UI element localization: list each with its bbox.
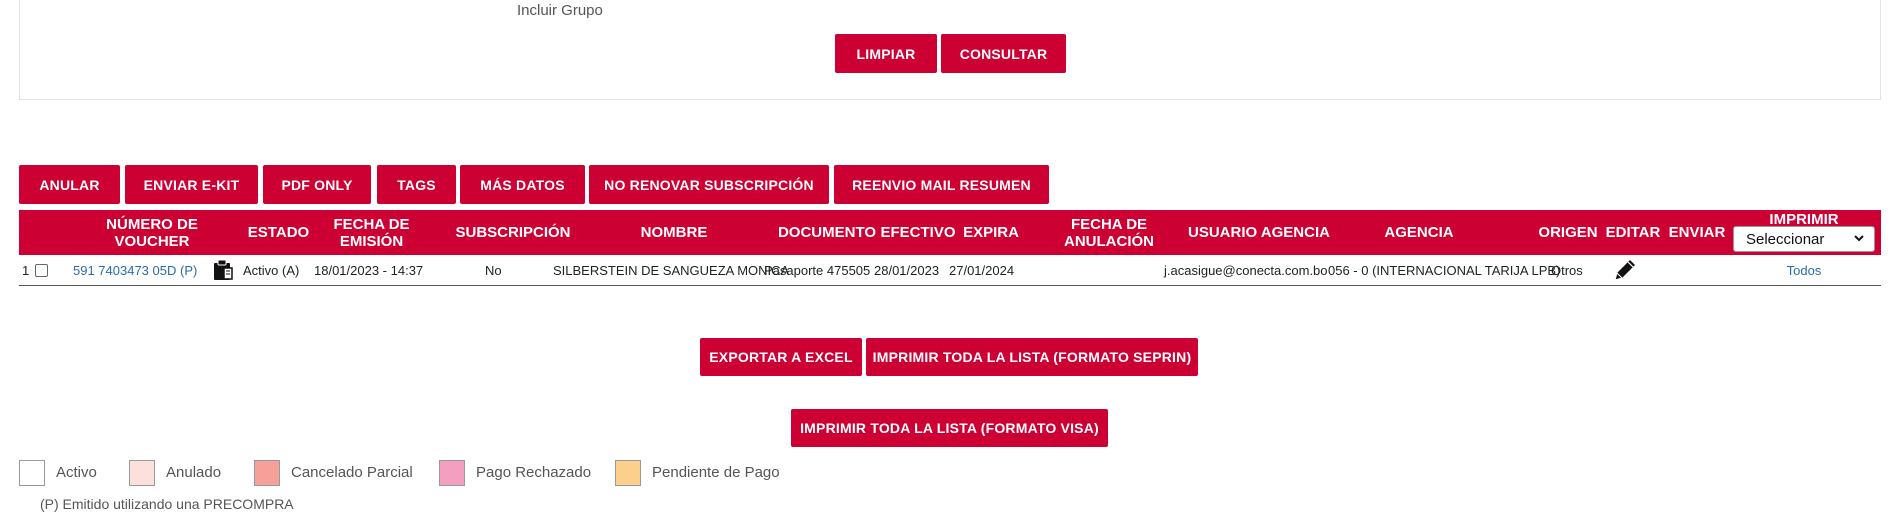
row-index: 1	[22, 262, 30, 278]
enviar-ekit-button[interactable]: ENVIAR E-KIT	[125, 165, 258, 204]
voucher-link[interactable]: 591 7403473 05D (P)	[73, 255, 197, 285]
legend-swatch-pendiente-pago	[615, 460, 641, 486]
no-renovar-subscripcion-button[interactable]: NO RENOVAR SUBSCRIPCIÓN	[589, 165, 829, 204]
chevron-down-icon	[1854, 235, 1864, 242]
fecha-emision-value: 18/01/2023 - 14:37	[314, 262, 424, 278]
print-select-value: Seleccionar	[1746, 230, 1825, 248]
reenvio-mail-resumen-button[interactable]: REENVIO MAIL RESUMEN	[834, 165, 1049, 204]
print-all-seprin-button[interactable]: IMPRIMIR TODA LA LISTA (FORMATO SEPRIN)	[866, 338, 1198, 376]
search-button[interactable]: CONSULTAR	[941, 34, 1066, 73]
agencia-value: 056 - 0 (INTERNACIONAL TARIJA LPB)	[1328, 262, 1561, 278]
legend-swatch-anulado	[129, 460, 155, 486]
precompra-footnote: (P) Emitido utilizando una PRECOMPRA	[40, 496, 294, 512]
legend-label-anulado: Anulado	[166, 464, 222, 481]
table-header: NÚMERO DE VOUCHER ESTADO FECHA DE EMISIÓ…	[19, 210, 1881, 255]
legend-swatch-cancelado-parcial	[254, 460, 280, 486]
edit-pencil-icon[interactable]	[1611, 255, 1639, 285]
column-expira: EXPIRA	[963, 224, 1019, 241]
pdf-only-button[interactable]: PDF ONLY	[263, 165, 371, 204]
imprimir-todos-link[interactable]: Todos	[1759, 255, 1849, 285]
clear-button[interactable]: LIMPIAR	[835, 34, 937, 73]
column-fecha-anulacion: FECHA DE ANULACIÓN	[1064, 215, 1154, 250]
mas-datos-button[interactable]: MÁS DATOS	[460, 165, 585, 204]
table-row: 1 591 7403473 05D (P) Activo (A) 18/01/2…	[19, 255, 1881, 286]
column-nombre: NOMBRE	[640, 224, 708, 241]
anular-button[interactable]: ANULAR	[19, 165, 120, 204]
origen-value: Otros	[1551, 262, 1583, 278]
column-estado: ESTADO	[247, 224, 310, 241]
clipboard-icon[interactable]	[211, 255, 235, 285]
nombre-value: SILBERSTEIN DE SANGUEZA MONICA	[553, 262, 790, 278]
tags-button[interactable]: TAGS	[377, 165, 456, 204]
legend-label-pendiente-pago: Pendiente de Pago	[652, 464, 780, 481]
expira-value: 27/01/2024	[949, 262, 1015, 278]
legend-swatch-activo	[19, 460, 45, 486]
column-usuario-agencia: USUARIO AGENCIA	[1188, 224, 1330, 241]
legend-label-pago-rechazado: Pago Rechazado	[476, 464, 592, 481]
export-excel-button[interactable]: EXPORTAR A EXCEL	[700, 338, 862, 376]
legend-label-cancelado-parcial: Cancelado Parcial	[291, 464, 413, 481]
column-subscripcion: SUBSCRIPCIÓN	[455, 224, 571, 241]
subscripcion-value: No	[485, 262, 502, 278]
column-editar: EDITAR	[1605, 224, 1661, 241]
estado-value: Activo (A)	[243, 262, 300, 278]
column-origen: ORIGEN	[1538, 224, 1598, 241]
print-format-select[interactable]: Seleccionar	[1733, 226, 1875, 252]
column-fecha-emision: FECHA DE EMISIÓN	[333, 215, 410, 250]
include-group-label: Incluir Grupo	[517, 2, 603, 19]
column-voucher: NÚMERO DE VOUCHER	[106, 215, 198, 250]
documento-value: Pasaporte 475505	[764, 262, 871, 278]
column-agencia: AGENCIA	[1384, 224, 1454, 241]
row-select-checkbox[interactable]	[35, 263, 48, 277]
legend-swatch-pago-rechazado	[439, 460, 465, 486]
efectivo-value: 28/01/2023	[874, 262, 940, 278]
column-enviar: ENVIAR	[1668, 224, 1726, 241]
usuario-agencia-value: j.acasigue@conecta.com.bo	[1164, 262, 1328, 278]
legend-label-activo: Activo	[56, 464, 97, 481]
print-all-visa-button[interactable]: IMPRIMIR TODA LA LISTA (FORMATO VISA)	[791, 409, 1108, 447]
